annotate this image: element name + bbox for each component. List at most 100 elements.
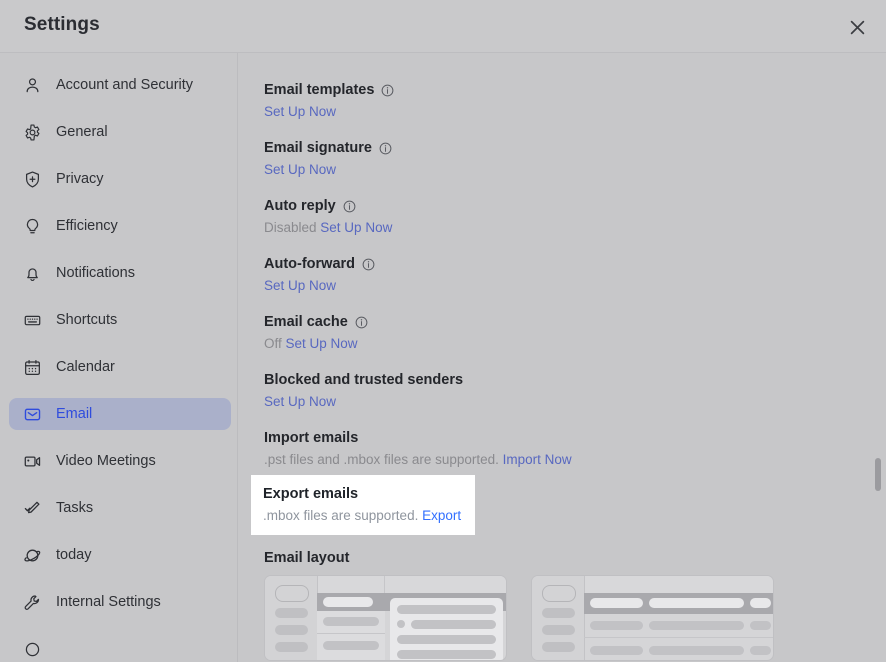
info-icon[interactable]: [379, 142, 392, 155]
sidebar-item-label: Internal Settings: [56, 594, 161, 610]
layout-avatar-pill: [275, 585, 309, 602]
sidebar-nav: Account and Security General: [9, 69, 231, 662]
layout-list-row: [323, 617, 379, 626]
setting-email-signature: Email signature Set Up Now: [264, 139, 392, 179]
section-heading: Email signature: [264, 139, 392, 157]
sidebar-item-tasks[interactable]: Tasks: [9, 492, 231, 524]
layout-nav-bar: [542, 608, 575, 618]
set-up-now-link[interactable]: Set Up Now: [264, 278, 336, 293]
sidebar-item-privacy[interactable]: Privacy: [9, 163, 231, 195]
sidebar-item-label: General: [56, 124, 108, 140]
set-up-now-link[interactable]: Set Up Now: [320, 220, 392, 235]
setting-auto-forward: Auto-forward Set Up Now: [264, 255, 375, 295]
circle-icon: [22, 639, 42, 659]
layout-content-line: [397, 635, 496, 644]
info-icon[interactable]: [343, 200, 356, 213]
settings-sidebar: Account and Security General: [0, 53, 238, 662]
sidebar-item-general[interactable]: General: [9, 116, 231, 148]
sidebar-item-label: Efficiency: [56, 218, 118, 234]
set-up-now-link[interactable]: Set Up Now: [286, 336, 358, 351]
sidebar-item-label: today: [56, 547, 91, 563]
close-icon: [849, 19, 866, 36]
setting-email-templates: Email templates Set Up Now: [264, 81, 394, 121]
sidebar-item-video-meetings[interactable]: Video Meetings: [9, 445, 231, 477]
info-icon[interactable]: [362, 258, 375, 271]
section-heading: Import emails: [264, 429, 572, 447]
section-action-row: Disabled Set Up Now: [264, 219, 392, 237]
bell-icon: [22, 263, 42, 283]
layout-content-line: [411, 620, 496, 629]
section-heading: Auto-forward: [264, 255, 375, 273]
setting-import-emails: Import emails .pst files and .mbox files…: [264, 429, 572, 469]
setting-export-emails: Export emails .mbox files are supported.…: [251, 475, 475, 535]
export-link[interactable]: Export: [422, 508, 461, 523]
sidebar-item-calendar[interactable]: Calendar: [9, 351, 231, 383]
user-icon: [22, 75, 42, 95]
content-scrollbar[interactable]: [874, 53, 886, 662]
section-action-row: .pst files and .mbox files are supported…: [264, 451, 572, 469]
section-heading: Blocked and trusted senders: [264, 371, 463, 389]
import-description: .pst files and .mbox files are supported…: [264, 452, 499, 467]
calendar-icon: [22, 357, 42, 377]
section-heading: Export emails: [263, 486, 358, 502]
setting-blocked-and-trusted-senders: Blocked and trusted senders Set Up Now: [264, 371, 463, 411]
sidebar-item-today[interactable]: today: [9, 539, 231, 571]
section-heading: Auto reply: [264, 197, 392, 215]
sidebar-item-label: Account and Security: [56, 77, 193, 93]
setting-auto-reply: Auto reply Disabled Set Up Now: [264, 197, 392, 237]
section-action-row: .mbox files are supported. Export: [263, 508, 461, 523]
layout-table-cell: [750, 621, 771, 630]
layout-content-dot: [397, 620, 405, 628]
sidebar-item-label: Video Meetings: [56, 453, 156, 469]
section-heading: Email cache: [264, 313, 368, 331]
section-heading: Email templates: [264, 81, 394, 99]
video-camera-icon: [22, 451, 42, 471]
page-title: Settings: [24, 14, 100, 36]
layout-nav-bar: [542, 625, 575, 635]
dialog-titlebar: Settings: [0, 0, 886, 53]
scrollbar-thumb[interactable]: [875, 458, 881, 491]
setting-email-cache: Email cache Off Set Up Now: [264, 313, 368, 353]
close-button[interactable]: [842, 12, 872, 42]
settings-content-email: Email templates Set Up Now Email signatu…: [239, 53, 886, 662]
sidebar-item-account-and-security[interactable]: Account and Security: [9, 69, 231, 101]
layout-header-chip: [590, 598, 643, 608]
set-up-now-link[interactable]: Set Up Now: [264, 162, 336, 177]
layout-top-strip: [584, 576, 773, 594]
layout-divider: [584, 637, 774, 638]
info-icon[interactable]: [355, 316, 368, 329]
gear-icon: [22, 122, 42, 142]
planet-icon: [22, 545, 42, 565]
sidebar-item-email[interactable]: Email: [9, 398, 231, 430]
check-pen-icon: [22, 498, 42, 518]
info-icon[interactable]: [381, 84, 394, 97]
sidebar-item-efficiency[interactable]: Efficiency: [9, 210, 231, 242]
layout-header-chip: [323, 597, 373, 607]
email-layout-option-two-column[interactable]: [531, 575, 774, 661]
layout-content-line: [397, 605, 496, 614]
status-text: Off: [264, 336, 282, 351]
layout-nav-bar: [275, 642, 308, 652]
layout-table-cell: [649, 646, 744, 655]
layout-table-cell: [590, 646, 643, 655]
layout-avatar-pill: [542, 585, 576, 602]
layout-table-cell: [590, 621, 643, 630]
sidebar-item-clipped[interactable]: [9, 633, 231, 662]
sidebar-item-label: Tasks: [56, 500, 93, 516]
sidebar-item-notifications[interactable]: Notifications: [9, 257, 231, 289]
sidebar-item-label: Notifications: [56, 265, 135, 281]
keyboard-icon: [22, 310, 42, 330]
layout-table-cell: [649, 621, 744, 630]
email-layout-option-three-column[interactable]: [264, 575, 507, 661]
layout-list-row: [323, 641, 379, 650]
sidebar-item-label: Shortcuts: [56, 312, 117, 328]
sidebar-item-internal-settings[interactable]: Internal Settings: [9, 586, 231, 618]
import-now-link[interactable]: Import Now: [503, 452, 572, 467]
layout-header-chip: [649, 598, 744, 608]
envelope-icon: [22, 404, 42, 424]
set-up-now-link[interactable]: Set Up Now: [264, 104, 336, 119]
set-up-now-link[interactable]: Set Up Now: [264, 394, 336, 409]
sidebar-item-shortcuts[interactable]: Shortcuts: [9, 304, 231, 336]
layout-divider: [317, 633, 385, 634]
section-action-row: Off Set Up Now: [264, 335, 368, 353]
